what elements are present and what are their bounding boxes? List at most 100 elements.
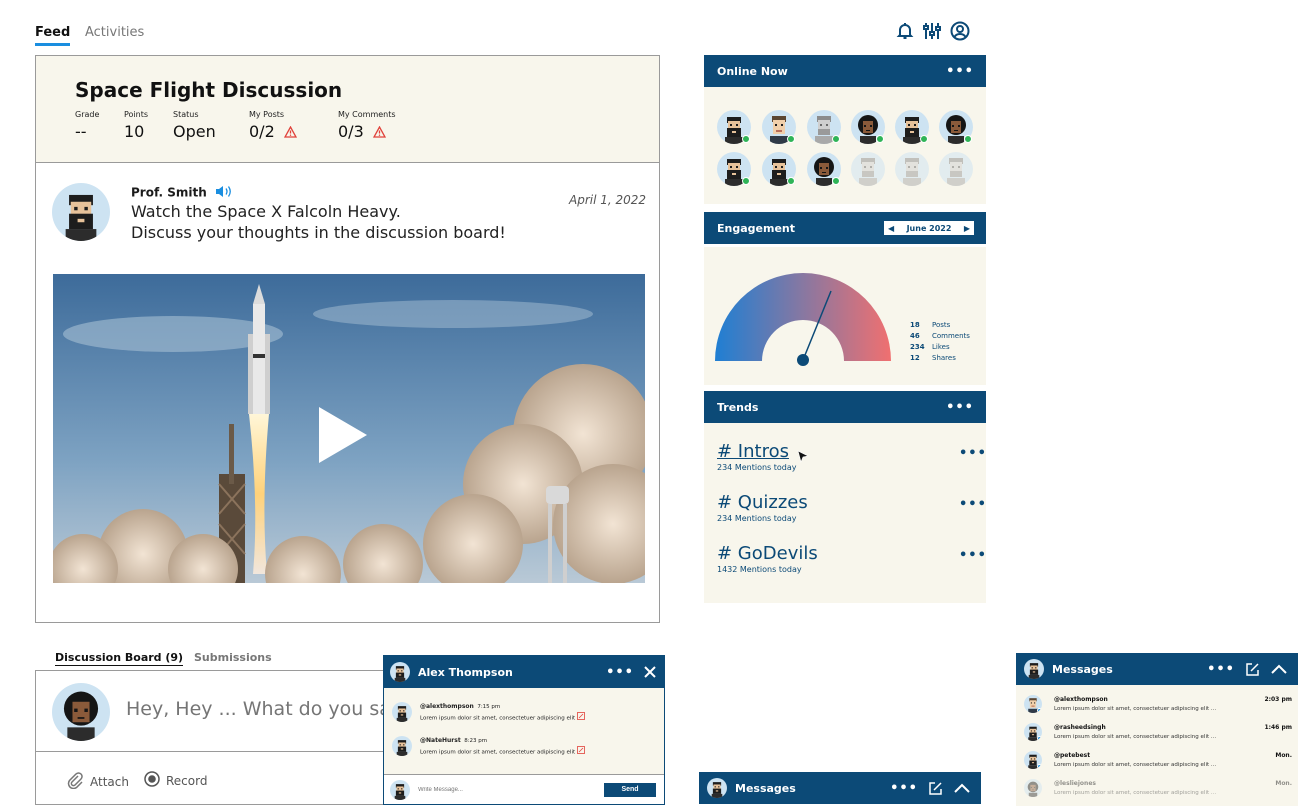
message-row[interactable]: @petebest Lorem ipsum dolor sit amet, con… — [1024, 751, 1292, 771]
record-icon — [144, 771, 160, 790]
message-avatar — [1024, 751, 1042, 769]
messages-panel-title: Messages — [1052, 662, 1113, 676]
video-player[interactable] — [53, 274, 645, 583]
stat-label: Comments — [932, 332, 970, 340]
tab-activities[interactable]: Activities — [85, 25, 144, 40]
chevron-up-icon[interactable] — [953, 782, 971, 794]
more-icon[interactable]: ••• — [946, 400, 974, 415]
messages-bar-title: Messages — [735, 781, 796, 795]
record-label: Record — [166, 773, 208, 788]
author-name: Prof. Smith — [131, 185, 207, 200]
stat-my-posts: My Posts 0/2 — [249, 110, 297, 142]
more-icon[interactable]: ••• — [1207, 662, 1235, 677]
stat-value: 18 — [910, 321, 920, 329]
compose-icon[interactable] — [928, 781, 943, 796]
edit-icon[interactable] — [576, 746, 585, 758]
online-user-avatar[interactable] — [939, 110, 973, 144]
message-avatar — [392, 736, 412, 756]
online-user-avatar[interactable] — [762, 110, 796, 144]
stat-value: 234 — [910, 343, 925, 351]
profile-icon[interactable] — [950, 21, 970, 41]
trend-item[interactable]: # GoDevils 1432 Mentions today — [717, 543, 818, 574]
close-icon[interactable] — [644, 666, 656, 678]
more-icon[interactable]: ••• — [946, 64, 974, 79]
message-preview: Lorem ipsum dolor sit amet, consectetuer… — [1054, 790, 1217, 797]
offline-user-avatar[interactable] — [851, 152, 885, 186]
engagement-gauge — [714, 271, 894, 375]
next-month-icon[interactable]: ▶ — [964, 224, 970, 233]
chevron-up-icon[interactable] — [1270, 663, 1288, 675]
message-row[interactable]: @rasheedsingh Lorem ipsum dolor sit amet,… — [1024, 723, 1292, 743]
trend-tag[interactable]: # Quizzes — [717, 492, 808, 513]
stat-label: My Posts — [249, 110, 285, 119]
online-user-avatar[interactable] — [717, 152, 751, 186]
tab-discussion-board[interactable]: Discussion Board (9) — [55, 651, 184, 666]
more-icon[interactable]: ••• — [959, 548, 987, 563]
post-text-line-2: Discuss your thoughts in the discussion … — [131, 223, 506, 242]
message-time: 8:23 pm — [464, 738, 488, 744]
messages-panel-header: Messages ••• — [1016, 653, 1298, 685]
online-user-avatar[interactable] — [851, 110, 885, 144]
trend-count: 234 Mentions today — [717, 463, 797, 472]
edit-icon[interactable] — [576, 712, 585, 724]
online-user-avatar[interactable] — [895, 110, 929, 144]
message-user: @lesliejones — [1054, 780, 1096, 787]
stat-label: Posts — [932, 321, 951, 329]
message-row[interactable]: @alexthompson Lorem ipsum dolor sit amet,… — [1024, 695, 1292, 715]
offline-user-avatar[interactable] — [939, 152, 973, 186]
play-icon[interactable] — [317, 405, 369, 469]
online-user-avatar[interactable] — [807, 152, 841, 186]
message-avatar — [1024, 695, 1042, 713]
send-button[interactable]: Send — [604, 782, 656, 797]
stat-value: 46 — [910, 332, 920, 340]
compose-icon[interactable] — [1245, 662, 1260, 677]
record-button[interactable]: Record — [144, 771, 207, 790]
online-user-avatar[interactable] — [807, 110, 841, 144]
sliders-icon[interactable] — [922, 21, 942, 41]
online-now-header: Online Now ••• — [704, 55, 986, 87]
speaker-icon[interactable] — [215, 185, 233, 201]
more-icon[interactable]: ••• — [606, 665, 634, 680]
trend-tag[interactable]: # GoDevils — [717, 543, 818, 564]
message-time: Mon. — [1275, 752, 1292, 759]
trend-item[interactable]: # Intros 234 Mentions today — [717, 441, 797, 472]
engagement-header: Engagement ◀ June 2022 ▶ — [704, 212, 986, 244]
user-avatar[interactable] — [52, 683, 110, 741]
prev-month-icon[interactable]: ◀ — [888, 224, 894, 233]
stat-grade: Grade -- — [75, 110, 99, 141]
stat-value: 12 — [910, 354, 920, 362]
offline-user-avatar[interactable] — [895, 152, 929, 186]
chat-window: Alex Thompson ••• @alexthompson 7:15 pm … — [383, 655, 665, 805]
chat-avatar[interactable] — [390, 662, 410, 682]
message-user: @NateHurst — [420, 737, 461, 744]
stat-label: Points — [124, 110, 149, 119]
trend-tag[interactable]: # Intros — [717, 441, 797, 462]
tab-feed[interactable]: Feed — [35, 25, 71, 46]
stat-value: 10 — [124, 122, 145, 141]
message-user: @alexthompson — [1054, 696, 1108, 703]
post-date: April 1, 2022 — [569, 193, 647, 207]
bell-icon[interactable] — [895, 21, 915, 41]
attach-button[interactable]: Attach — [66, 771, 129, 792]
more-icon[interactable]: ••• — [959, 446, 987, 461]
message-text: Lorem ipsum dolor sit amet, consectetuer… — [420, 750, 576, 757]
tab-submissions[interactable]: Submissions — [194, 651, 272, 664]
author-avatar[interactable] — [52, 183, 110, 241]
message-text: Lorem ipsum dolor sit amet, consectetuer… — [420, 716, 576, 723]
more-icon[interactable]: ••• — [890, 781, 918, 796]
online-user-avatar[interactable] — [762, 152, 796, 186]
month-selector[interactable]: ◀ June 2022 ▶ — [884, 221, 974, 235]
messages-bar[interactable]: Messages ••• — [699, 772, 981, 804]
online-user-avatar[interactable] — [717, 110, 751, 144]
engagement-stat: 12 Shares — [910, 354, 956, 362]
message-row[interactable]: @lesliejones Lorem ipsum dolor sit amet, … — [1024, 779, 1292, 799]
stat-label: Shares — [932, 354, 956, 362]
more-icon[interactable]: ••• — [959, 497, 987, 512]
cursor-icon — [797, 449, 809, 468]
trend-item[interactable]: # Quizzes 234 Mentions today — [717, 492, 808, 523]
warning-icon — [283, 123, 297, 142]
engagement-stat: 18 Posts — [910, 321, 950, 329]
stat-label: Status — [173, 110, 199, 119]
chat-message-input[interactable] — [418, 786, 604, 793]
message-time: 2:03 pm — [1264, 696, 1292, 703]
